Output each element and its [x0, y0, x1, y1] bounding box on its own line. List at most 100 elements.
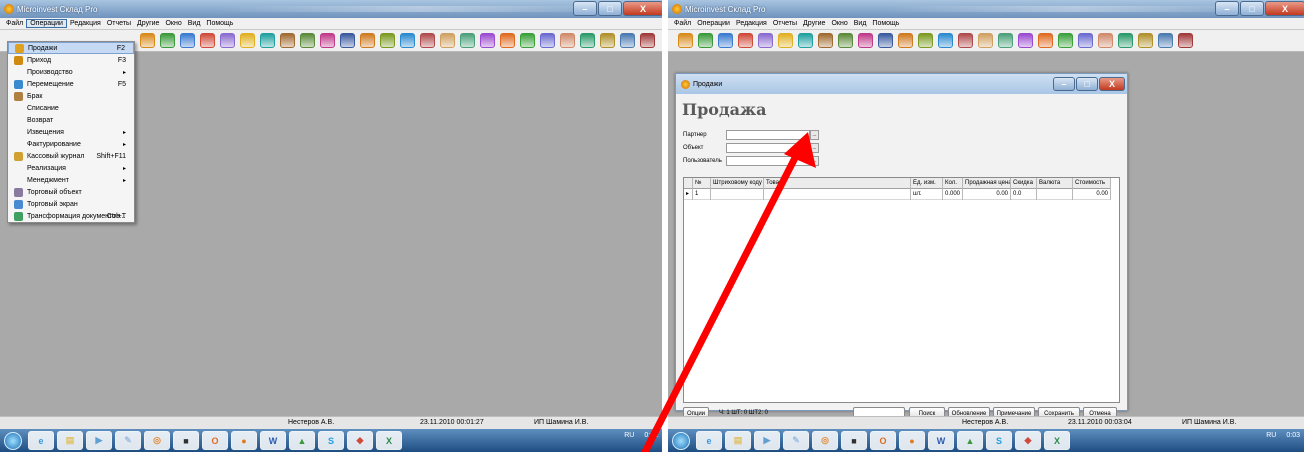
toolbar-button-icon[interactable]: [1118, 33, 1133, 48]
toolbar-button-icon[interactable]: [520, 33, 535, 48]
menu-edit[interactable]: Редакция: [67, 20, 104, 27]
menu-item[interactable]: Брак: [8, 90, 134, 102]
toolbar-button-icon[interactable]: [1018, 33, 1033, 48]
menu-item[interactable]: Фактурирование ▸: [8, 138, 134, 150]
skype-taskbar-icon[interactable]: S: [986, 431, 1012, 450]
menu-item[interactable]: Торговый объект: [8, 186, 134, 198]
menu-item[interactable]: Извещения ▸: [8, 126, 134, 138]
app-taskbar-icon[interactable]: ◆: [347, 431, 373, 450]
toolbar-button-icon[interactable]: [678, 33, 693, 48]
menu-window[interactable]: Окно: [828, 20, 850, 27]
language-indicator[interactable]: RU: [624, 432, 634, 439]
menu-view[interactable]: Вид: [185, 20, 204, 27]
toolbar-button-icon[interactable]: [978, 33, 993, 48]
user-input[interactable]: [726, 156, 810, 166]
toolbar-button-icon[interactable]: [420, 33, 435, 48]
toolbar-button-icon[interactable]: [778, 33, 793, 48]
disc-taskbar-icon[interactable]: ◎: [144, 431, 170, 450]
maximize-button[interactable]: □: [1240, 1, 1264, 16]
partner-lookup-button[interactable]: ...: [810, 130, 819, 140]
toolbar-button-icon[interactable]: [460, 33, 475, 48]
toolbar-button-icon[interactable]: [440, 33, 455, 48]
word-taskbar-icon[interactable]: W: [928, 431, 954, 450]
menu-item[interactable]: Продажи F2: [8, 42, 134, 54]
minimize-button[interactable]: –: [573, 1, 597, 16]
column-header[interactable]: Стоимость: [1073, 178, 1111, 189]
explorer-taskbar-icon[interactable]: ▤: [725, 431, 751, 450]
toolbar-button-icon[interactable]: [1178, 33, 1193, 48]
toolbar-button-icon[interactable]: [958, 33, 973, 48]
menu-item[interactable]: Перемещение F5: [8, 78, 134, 90]
items-table[interactable]: № Штриховому коду Товар Ед. изм. Кол. Пр…: [683, 177, 1120, 403]
toolbar-button-icon[interactable]: [480, 33, 495, 48]
toolbar-button-icon[interactable]: [320, 33, 335, 48]
toolbar-button-icon[interactable]: [758, 33, 773, 48]
menu-item[interactable]: Производство ▸: [8, 66, 134, 78]
toolbar-button-icon[interactable]: [180, 33, 195, 48]
menu-view[interactable]: Вид: [851, 20, 870, 27]
language-indicator[interactable]: RU: [1266, 432, 1276, 439]
menu-other[interactable]: Другие: [800, 20, 828, 27]
toolbar-button-icon[interactable]: [938, 33, 953, 48]
video-taskbar-icon[interactable]: ■: [841, 431, 867, 450]
menu-item[interactable]: Реализация ▸: [8, 162, 134, 174]
toolbar-button-icon[interactable]: [1158, 33, 1173, 48]
column-header[interactable]: Кол.: [943, 178, 963, 189]
toolbar-button-icon[interactable]: [838, 33, 853, 48]
skype-taskbar-icon[interactable]: S: [318, 431, 344, 450]
menu-item[interactable]: Менеджмент ▸: [8, 174, 134, 186]
toolbar-button-icon[interactable]: [898, 33, 913, 48]
toolbar-button-icon[interactable]: [620, 33, 635, 48]
warehouse-taskbar-icon[interactable]: ▲: [289, 431, 315, 450]
menu-help[interactable]: Помощь: [869, 20, 902, 27]
menu-item[interactable]: Списание: [8, 102, 134, 114]
close-button[interactable]: X: [1265, 1, 1304, 16]
toolbar-button-icon[interactable]: [738, 33, 753, 48]
menu-help[interactable]: Помощь: [203, 20, 236, 27]
toolbar-button-icon[interactable]: [500, 33, 515, 48]
column-header[interactable]: Валюта: [1037, 178, 1073, 189]
toolbar-button-icon[interactable]: [798, 33, 813, 48]
toolbar-button-icon[interactable]: [1098, 33, 1113, 48]
menu-file[interactable]: Файл: [3, 20, 26, 27]
warehouse-taskbar-icon[interactable]: ▲: [957, 431, 983, 450]
menu-item[interactable]: Торговый экран: [8, 198, 134, 210]
explorer-taskbar-icon[interactable]: ▤: [57, 431, 83, 450]
column-header[interactable]: №: [693, 178, 711, 189]
column-header[interactable]: Ед. изм.: [911, 178, 943, 189]
toolbar-button-icon[interactable]: [1078, 33, 1093, 48]
firefox-taskbar-icon[interactable]: ●: [231, 431, 257, 450]
object-lookup-button[interactable]: ...: [810, 143, 819, 153]
menu-file[interactable]: Файл: [671, 20, 694, 27]
menu-item[interactable]: Трансформация документов... Ctrl+T: [8, 210, 134, 222]
toolbar-button-icon[interactable]: [140, 33, 155, 48]
toolbar-button-icon[interactable]: [220, 33, 235, 48]
column-header[interactable]: Продажная цена: [963, 178, 1011, 189]
firefox-taskbar-icon[interactable]: ●: [899, 431, 925, 450]
table-row[interactable]: ▸ 1 шт. 0.000 0.00 0.0 0.00: [684, 189, 1111, 200]
paint-taskbar-icon[interactable]: ✎: [115, 431, 141, 450]
column-header[interactable]: Товар: [764, 178, 911, 189]
column-header[interactable]: Штриховому коду: [711, 178, 764, 189]
toolbar-button-icon[interactable]: [340, 33, 355, 48]
toolbar-button-icon[interactable]: [698, 33, 713, 48]
toolbar-button-icon[interactable]: [160, 33, 175, 48]
toolbar-button-icon[interactable]: [818, 33, 833, 48]
paint-taskbar-icon[interactable]: ✎: [783, 431, 809, 450]
close-button[interactable]: X: [1099, 77, 1125, 91]
toolbar-button-icon[interactable]: [918, 33, 933, 48]
close-button[interactable]: X: [623, 1, 662, 16]
object-input[interactable]: [726, 143, 810, 153]
office-taskbar-icon[interactable]: O: [870, 431, 896, 450]
toolbar-button-icon[interactable]: [300, 33, 315, 48]
maximize-button[interactable]: □: [598, 1, 622, 16]
minimize-button[interactable]: –: [1053, 77, 1075, 91]
minimize-button[interactable]: –: [1215, 1, 1239, 16]
menu-operations[interactable]: Операции: [694, 20, 733, 27]
menu-item[interactable]: Возврат: [8, 114, 134, 126]
toolbar-button-icon[interactable]: [1138, 33, 1153, 48]
toolbar-button-icon[interactable]: [280, 33, 295, 48]
toolbar-button-icon[interactable]: [718, 33, 733, 48]
ie-taskbar-icon[interactable]: e: [28, 431, 54, 450]
menu-reports[interactable]: Отчеты: [104, 20, 134, 27]
